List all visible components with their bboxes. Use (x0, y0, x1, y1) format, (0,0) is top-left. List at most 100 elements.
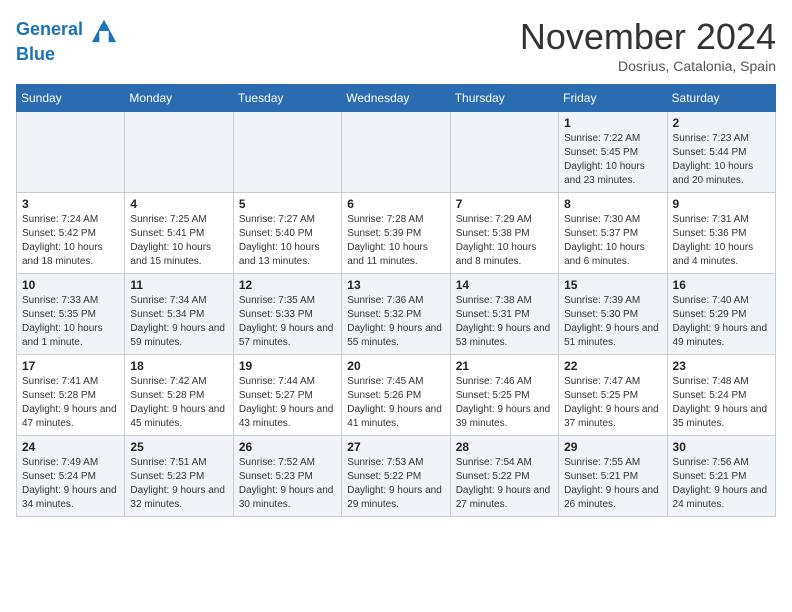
calendar-cell (450, 112, 558, 193)
calendar-week-row: 24 Sunrise: 7:49 AM Sunset: 5:24 PM Dayli… (17, 436, 776, 517)
calendar-cell: 10 Sunrise: 7:33 AM Sunset: 5:35 PM Dayli… (17, 274, 125, 355)
calendar-cell: 13Sunrise: 7:36 AM Sunset: 5:32 PM Dayli… (342, 274, 450, 355)
day-info: Sunrise: 7:35 AM Sunset: 5:33 PM Dayligh… (239, 294, 336, 350)
day-number: 18 (130, 359, 227, 373)
day-info: Sunrise: 7:29 AM Sunset: 5:38 PM Dayligh… (456, 213, 553, 269)
day-number: 10 (22, 278, 119, 292)
weekday-header-monday: Monday (125, 85, 233, 112)
day-info: Sunrise: 7:49 AM Sunset: 5:24 PM Dayligh… (22, 456, 119, 512)
calendar-cell: 7 Sunrise: 7:29 AM Sunset: 5:38 PM Daylig… (450, 193, 558, 274)
calendar-cell: 22Sunrise: 7:47 AM Sunset: 5:25 PM Dayli… (559, 355, 667, 436)
day-number: 23 (673, 359, 770, 373)
day-number: 21 (456, 359, 553, 373)
calendar-cell: 4 Sunrise: 7:25 AM Sunset: 5:41 PM Daylig… (125, 193, 233, 274)
day-number: 15 (564, 278, 661, 292)
day-info: Sunrise: 7:46 AM Sunset: 5:25 PM Dayligh… (456, 375, 553, 431)
calendar-cell: 21 Sunrise: 7:46 AM Sunset: 5:25 PM Dayli… (450, 355, 558, 436)
weekday-header-wednesday: Wednesday (342, 85, 450, 112)
day-info: Sunrise: 7:25 AM Sunset: 5:41 PM Dayligh… (130, 213, 227, 269)
calendar-cell: 23 Sunrise: 7:48 AM Sunset: 5:24 PM Dayli… (667, 355, 775, 436)
weekday-header-sunday: Sunday (17, 85, 125, 112)
calendar-cell: 14 Sunrise: 7:38 AM Sunset: 5:31 PM Dayli… (450, 274, 558, 355)
calendar-week-row: 3 Sunrise: 7:24 AM Sunset: 5:42 PM Daylig… (17, 193, 776, 274)
day-number: 16 (673, 278, 770, 292)
weekday-header-friday: Friday (559, 85, 667, 112)
day-info: Sunrise: 7:54 AM Sunset: 5:22 PM Dayligh… (456, 456, 553, 512)
calendar-cell: 9Sunrise: 7:31 AM Sunset: 5:36 PM Daylig… (667, 193, 775, 274)
calendar-cell (233, 112, 341, 193)
calendar-cell: 20Sunrise: 7:45 AM Sunset: 5:26 PM Dayli… (342, 355, 450, 436)
day-info: Sunrise: 7:33 AM Sunset: 5:35 PM Dayligh… (22, 294, 119, 350)
day-number: 12 (239, 278, 336, 292)
day-number: 22 (564, 359, 661, 373)
logo-blue: Blue (16, 44, 118, 65)
day-info: Sunrise: 7:45 AM Sunset: 5:26 PM Dayligh… (347, 375, 444, 431)
day-number: 7 (456, 197, 553, 211)
calendar-week-row: 17 Sunrise: 7:41 AM Sunset: 5:28 PM Dayli… (17, 355, 776, 436)
calendar-cell: 17 Sunrise: 7:41 AM Sunset: 5:28 PM Dayli… (17, 355, 125, 436)
calendar-cell: 12 Sunrise: 7:35 AM Sunset: 5:33 PM Dayli… (233, 274, 341, 355)
day-info: Sunrise: 7:44 AM Sunset: 5:27 PM Dayligh… (239, 375, 336, 431)
day-info: Sunrise: 7:38 AM Sunset: 5:31 PM Dayligh… (456, 294, 553, 350)
day-info: Sunrise: 7:56 AM Sunset: 5:21 PM Dayligh… (673, 456, 770, 512)
day-number: 8 (564, 197, 661, 211)
day-info: Sunrise: 7:27 AM Sunset: 5:40 PM Dayligh… (239, 213, 336, 269)
day-info: Sunrise: 7:55 AM Sunset: 5:21 PM Dayligh… (564, 456, 661, 512)
logo-text: General (16, 16, 118, 44)
calendar-table: SundayMondayTuesdayWednesdayThursdayFrid… (16, 84, 776, 517)
day-info: Sunrise: 7:34 AM Sunset: 5:34 PM Dayligh… (130, 294, 227, 350)
day-info: Sunrise: 7:41 AM Sunset: 5:28 PM Dayligh… (22, 375, 119, 431)
day-number: 2 (673, 116, 770, 130)
day-number: 26 (239, 440, 336, 454)
day-info: Sunrise: 7:53 AM Sunset: 5:22 PM Dayligh… (347, 456, 444, 512)
calendar-cell: 2 Sunrise: 7:23 AM Sunset: 5:44 PM Daylig… (667, 112, 775, 193)
day-number: 13 (347, 278, 444, 292)
day-info: Sunrise: 7:51 AM Sunset: 5:23 PM Dayligh… (130, 456, 227, 512)
day-info: Sunrise: 7:23 AM Sunset: 5:44 PM Dayligh… (673, 132, 770, 188)
day-info: Sunrise: 7:42 AM Sunset: 5:28 PM Dayligh… (130, 375, 227, 431)
title-block: November 2024 Dosrius, Catalonia, Spain (520, 16, 776, 74)
day-info: Sunrise: 7:40 AM Sunset: 5:29 PM Dayligh… (673, 294, 770, 350)
calendar-cell: 30 Sunrise: 7:56 AM Sunset: 5:21 PM Dayli… (667, 436, 775, 517)
logo: General Blue (16, 16, 118, 65)
calendar-cell: 18 Sunrise: 7:42 AM Sunset: 5:28 PM Dayli… (125, 355, 233, 436)
day-info: Sunrise: 7:24 AM Sunset: 5:42 PM Dayligh… (22, 213, 119, 269)
day-info: Sunrise: 7:52 AM Sunset: 5:23 PM Dayligh… (239, 456, 336, 512)
calendar-cell: 15 Sunrise: 7:39 AM Sunset: 5:30 PM Dayli… (559, 274, 667, 355)
day-number: 5 (239, 197, 336, 211)
calendar-cell: 29 Sunrise: 7:55 AM Sunset: 5:21 PM Dayli… (559, 436, 667, 517)
day-info: Sunrise: 7:22 AM Sunset: 5:45 PM Dayligh… (564, 132, 661, 188)
calendar-week-row: 1Sunrise: 7:22 AM Sunset: 5:45 PM Daylig… (17, 112, 776, 193)
calendar-cell: 3 Sunrise: 7:24 AM Sunset: 5:42 PM Daylig… (17, 193, 125, 274)
page-header: General Blue November 2024 Dosrius, Cata… (16, 16, 776, 74)
weekday-header-tuesday: Tuesday (233, 85, 341, 112)
day-number: 30 (673, 440, 770, 454)
calendar-cell (17, 112, 125, 193)
calendar-cell (125, 112, 233, 193)
day-number: 28 (456, 440, 553, 454)
day-number: 19 (239, 359, 336, 373)
day-info: Sunrise: 7:48 AM Sunset: 5:24 PM Dayligh… (673, 375, 770, 431)
weekday-header-saturday: Saturday (667, 85, 775, 112)
calendar-cell: 27 Sunrise: 7:53 AM Sunset: 5:22 PM Dayli… (342, 436, 450, 517)
day-number: 11 (130, 278, 227, 292)
calendar-cell: 8Sunrise: 7:30 AM Sunset: 5:37 PM Daylig… (559, 193, 667, 274)
weekday-header-thursday: Thursday (450, 85, 558, 112)
day-number: 4 (130, 197, 227, 211)
day-number: 24 (22, 440, 119, 454)
day-number: 29 (564, 440, 661, 454)
day-number: 17 (22, 359, 119, 373)
calendar-cell: 11 Sunrise: 7:34 AM Sunset: 5:34 PM Dayli… (125, 274, 233, 355)
day-info: Sunrise: 7:39 AM Sunset: 5:30 PM Dayligh… (564, 294, 661, 350)
day-info: Sunrise: 7:28 AM Sunset: 5:39 PM Dayligh… (347, 213, 444, 269)
calendar-cell (342, 112, 450, 193)
location-subtitle: Dosrius, Catalonia, Spain (520, 58, 776, 74)
day-number: 6 (347, 197, 444, 211)
day-number: 3 (22, 197, 119, 211)
day-number: 9 (673, 197, 770, 211)
calendar-cell: 28 Sunrise: 7:54 AM Sunset: 5:22 PM Dayli… (450, 436, 558, 517)
calendar-cell: 19 Sunrise: 7:44 AM Sunset: 5:27 PM Dayli… (233, 355, 341, 436)
day-number: 27 (347, 440, 444, 454)
calendar-cell: 24 Sunrise: 7:49 AM Sunset: 5:24 PM Dayli… (17, 436, 125, 517)
day-number: 14 (456, 278, 553, 292)
